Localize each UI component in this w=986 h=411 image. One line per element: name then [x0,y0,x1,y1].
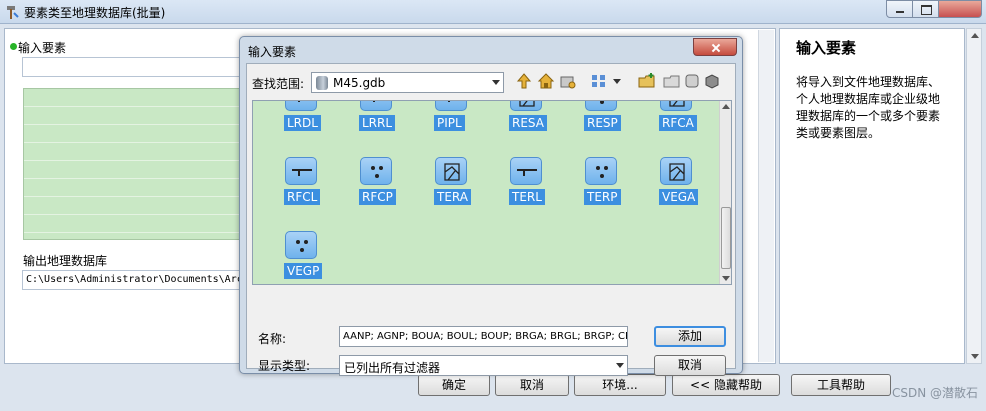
feature-class-name: PIPL [434,115,465,131]
view-options-icon[interactable] [590,72,608,90]
feature-class-name: RFCA [659,115,697,131]
tool-help-button[interactable]: 工具帮助 [791,374,891,396]
output-geodatabase-field[interactable]: C:\Users\Administrator\Documents\Arc [22,270,242,290]
point-feature-icon [285,231,317,259]
dialog-cancel-button[interactable]: 取消 [654,355,726,376]
browser-scroll-thumb[interactable] [721,207,731,269]
browser-scroll-up-icon[interactable] [722,104,730,109]
show-type-dropdown[interactable]: 已列出所有过滤器 [339,355,628,376]
show-type-label: 显示类型: [258,359,311,373]
maximize-button[interactable] [912,0,939,18]
toolbox-icon[interactable] [703,72,721,90]
window-title: 要素类至地理数据库(批量) [24,6,166,20]
dialog-close-button[interactable] [693,38,737,56]
feature-class-browser[interactable]: LRDL LRRL PIPL RESA RESP RFCA RFCL RFCP TERA TER… [252,100,732,285]
point-feature-icon [360,157,392,185]
feature-class-name: VEGP [284,263,323,279]
up-one-level-icon[interactable] [515,72,533,90]
feature-class-name: RFCL [284,189,321,205]
environments-button[interactable]: 环境... [574,374,666,396]
feature-class-name: TERP [584,189,621,205]
folder-icon[interactable] [663,72,681,90]
feature-class-name: RESP [584,115,621,131]
look-in-value: M45.gdb [333,76,386,90]
output-geodatabase-label: 输出地理数据库 [23,254,108,268]
feature-class-name: TERA [434,189,471,205]
add-button[interactable]: 添加 [654,326,726,347]
database-icon[interactable] [683,72,701,90]
help-scrollbar[interactable] [966,28,982,364]
name-input[interactable]: AANP; AGNP; BOUA; BOUL; BOUP; BRGA; BRGL… [339,326,628,347]
window-controls [886,0,982,18]
line-feature-icon [285,101,317,111]
view-menu-chevron-icon[interactable] [613,79,621,84]
look-in-label: 查找范围: [252,77,305,91]
help-title: 输入要素 [796,39,857,57]
chevron-down-icon [616,363,624,368]
line-feature-icon [285,157,317,185]
geodatabase-icon [316,76,328,90]
new-folder-icon[interactable] [638,72,656,90]
point-feature-icon [585,101,617,111]
ok-button[interactable]: 确定 [418,374,490,396]
show-type-value: 已列出所有过滤器 [344,361,441,375]
minimize-button[interactable] [886,0,913,18]
feature-class-name: TERL [509,189,545,205]
point-feature-icon [585,157,617,185]
window-close-button[interactable] [938,0,982,18]
title-bar: 要素类至地理数据库(批量) [0,0,986,24]
parameters-scrollbar[interactable] [758,30,774,362]
feature-class-name: LRDL [284,115,321,131]
hide-help-button[interactable]: << 隐藏帮助 [672,374,780,396]
dialog-title: 输入要素 [248,45,297,59]
feature-class-name: LRRL [359,115,396,131]
polygon-feature-icon [660,157,692,185]
feature-class-name: RESA [509,115,547,131]
polygon-feature-icon [435,157,467,185]
input-features-field[interactable] [22,57,242,77]
toolbox-hammer-icon [7,6,19,19]
input-features-dialog: 输入要素 查找范围: M45.gdb LRDL LRRL PIPL RESA R… [239,36,743,376]
browser-scrollbar[interactable] [719,101,731,284]
feature-class-name: RFCP [359,189,396,205]
chevron-down-icon [492,80,500,85]
feature-class-name: VEGA [659,189,699,205]
help-panel: 输入要素 将导入到文件地理数据库、个人地理数据库或企业级地理数据库的一个或多个要… [779,28,965,364]
help-text: 将导入到文件地理数据库、个人地理数据库或企业级地理数据库的一个或多个要素类或要素… [796,75,941,140]
scroll-down-icon[interactable] [971,354,979,359]
name-label: 名称: [258,332,287,346]
polygon-feature-icon [510,101,542,111]
input-features-label: 输入要素 [18,41,67,55]
connect-folder-icon[interactable] [559,72,577,90]
cancel-button[interactable]: 取消 [495,374,569,396]
scroll-up-icon[interactable] [971,33,979,38]
look-in-dropdown[interactable]: M45.gdb [311,72,504,93]
polygon-feature-icon [660,101,692,111]
input-features-list[interactable] [23,88,241,240]
required-parameter-icon [10,43,17,50]
browser-scroll-down-icon[interactable] [722,276,730,281]
home-icon[interactable] [537,72,555,90]
watermark: CSDN @潜散石 [891,386,978,400]
line-feature-icon [360,101,392,111]
line-feature-icon [510,157,542,185]
dialog-body: 查找范围: M45.gdb LRDL LRRL PIPL RESA RESP R… [246,63,736,376]
line-feature-icon [435,101,467,111]
